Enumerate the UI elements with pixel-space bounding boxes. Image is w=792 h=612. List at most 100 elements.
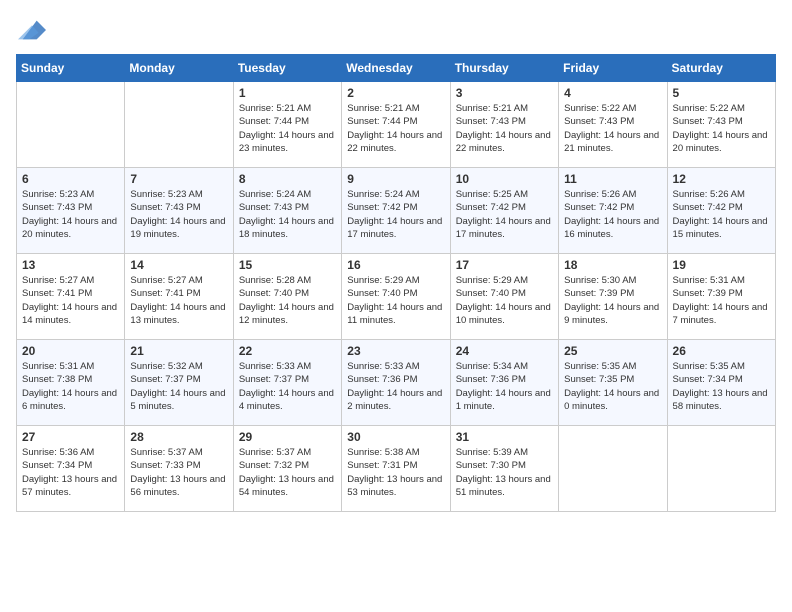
col-sunday: Sunday [17,55,125,82]
cell-info: Sunrise: 5:30 AM Sunset: 7:39 PM Dayligh… [564,274,661,327]
cell-day [667,426,775,512]
day-number: 21 [130,344,227,358]
cell-info: Sunrise: 5:26 AM Sunset: 7:42 PM Dayligh… [564,188,661,241]
cell-info: Sunrise: 5:32 AM Sunset: 7:37 PM Dayligh… [130,360,227,413]
cell-info: Sunrise: 5:29 AM Sunset: 7:40 PM Dayligh… [347,274,444,327]
day-number: 11 [564,172,661,186]
cell-day: 28 Sunrise: 5:37 AM Sunset: 7:33 PM Dayli… [125,426,233,512]
cell-day: 18 Sunrise: 5:30 AM Sunset: 7:39 PM Dayli… [559,254,667,340]
cell-info: Sunrise: 5:36 AM Sunset: 7:34 PM Dayligh… [22,446,119,499]
cell-day: 5Sunrise: 5:22 AM Sunset: 7:43 PM Daylig… [667,82,775,168]
day-number: 25 [564,344,661,358]
day-number: 19 [673,258,770,272]
day-number: 31 [456,430,553,444]
cell-day: 19 Sunrise: 5:31 AM Sunset: 7:39 PM Dayli… [667,254,775,340]
cell-info: Sunrise: 5:33 AM Sunset: 7:37 PM Dayligh… [239,360,336,413]
day-number: 18 [564,258,661,272]
cell-day [125,82,233,168]
cell-day [559,426,667,512]
cell-day: 10 Sunrise: 5:25 AM Sunset: 7:42 PM Dayli… [450,168,558,254]
day-number: 8 [239,172,336,186]
day-number: 9 [347,172,444,186]
cell-info: Sunrise: 5:37 AM Sunset: 7:33 PM Dayligh… [130,446,227,499]
cell-info: Sunrise: 5:31 AM Sunset: 7:39 PM Dayligh… [673,274,770,327]
cell-day: 15 Sunrise: 5:28 AM Sunset: 7:40 PM Dayli… [233,254,341,340]
cell-day: 14 Sunrise: 5:27 AM Sunset: 7:41 PM Dayli… [125,254,233,340]
logo-icon [18,16,46,44]
cell-day: 6 Sunrise: 5:23 AM Sunset: 7:43 PM Daylig… [17,168,125,254]
cell-info: Sunrise: 5:39 AM Sunset: 7:30 PM Dayligh… [456,446,553,499]
cell-day: 2 Sunrise: 5:21 AM Sunset: 7:44 PM Daylig… [342,82,450,168]
day-number: 4 [564,86,661,100]
cell-day [17,82,125,168]
day-number: 26 [673,344,770,358]
cell-info: Sunrise: 5:25 AM Sunset: 7:42 PM Dayligh… [456,188,553,241]
cell-info: Sunrise: 5:22 AM Sunset: 7:43 PM Dayligh… [564,102,661,155]
day-number: 15 [239,258,336,272]
day-number: 24 [456,344,553,358]
day-number: 30 [347,430,444,444]
cell-info: Sunrise: 5:27 AM Sunset: 7:41 PM Dayligh… [22,274,119,327]
cell-day: 13Sunrise: 5:27 AM Sunset: 7:41 PM Dayli… [17,254,125,340]
day-number: 10 [456,172,553,186]
day-number: 17 [456,258,553,272]
cell-info: Sunrise: 5:35 AM Sunset: 7:34 PM Dayligh… [673,360,770,413]
week-row-3: 13Sunrise: 5:27 AM Sunset: 7:41 PM Dayli… [17,254,776,340]
col-monday: Monday [125,55,233,82]
cell-day: 9 Sunrise: 5:24 AM Sunset: 7:42 PM Daylig… [342,168,450,254]
cell-day: 12 Sunrise: 5:26 AM Sunset: 7:42 PM Dayli… [667,168,775,254]
cell-info: Sunrise: 5:35 AM Sunset: 7:35 PM Dayligh… [564,360,661,413]
cell-day: 17 Sunrise: 5:29 AM Sunset: 7:40 PM Dayli… [450,254,558,340]
day-number: 20 [22,344,119,358]
cell-day: 20Sunrise: 5:31 AM Sunset: 7:38 PM Dayli… [17,340,125,426]
cell-info: Sunrise: 5:33 AM Sunset: 7:36 PM Dayligh… [347,360,444,413]
week-row-1: 1 Sunrise: 5:21 AM Sunset: 7:44 PM Daylig… [17,82,776,168]
page-header [16,16,776,44]
day-number: 12 [673,172,770,186]
cell-day: 24 Sunrise: 5:34 AM Sunset: 7:36 PM Dayli… [450,340,558,426]
calendar-table: Sunday Monday Tuesday Wednesday Thursday… [16,54,776,512]
cell-info: Sunrise: 5:34 AM Sunset: 7:36 PM Dayligh… [456,360,553,413]
cell-day: 8 Sunrise: 5:24 AM Sunset: 7:43 PM Daylig… [233,168,341,254]
cell-day: 25 Sunrise: 5:35 AM Sunset: 7:35 PM Dayli… [559,340,667,426]
cell-day: 31 Sunrise: 5:39 AM Sunset: 7:30 PM Dayli… [450,426,558,512]
cell-day: 7Sunrise: 5:23 AM Sunset: 7:43 PM Daylig… [125,168,233,254]
cell-info: Sunrise: 5:29 AM Sunset: 7:40 PM Dayligh… [456,274,553,327]
cell-info: Sunrise: 5:24 AM Sunset: 7:42 PM Dayligh… [347,188,444,241]
cell-info: Sunrise: 5:23 AM Sunset: 7:43 PM Dayligh… [130,188,227,241]
week-row-2: 6 Sunrise: 5:23 AM Sunset: 7:43 PM Daylig… [17,168,776,254]
cell-day: 26 Sunrise: 5:35 AM Sunset: 7:34 PM Dayli… [667,340,775,426]
cell-info: Sunrise: 5:28 AM Sunset: 7:40 PM Dayligh… [239,274,336,327]
cell-day: 21 Sunrise: 5:32 AM Sunset: 7:37 PM Dayli… [125,340,233,426]
col-thursday: Thursday [450,55,558,82]
col-friday: Friday [559,55,667,82]
week-row-5: 27 Sunrise: 5:36 AM Sunset: 7:34 PM Dayli… [17,426,776,512]
day-number: 2 [347,86,444,100]
day-number: 14 [130,258,227,272]
day-number: 28 [130,430,227,444]
day-number: 16 [347,258,444,272]
cell-day: 27 Sunrise: 5:36 AM Sunset: 7:34 PM Dayli… [17,426,125,512]
cell-info: Sunrise: 5:22 AM Sunset: 7:43 PM Dayligh… [673,102,770,155]
cell-info: Sunrise: 5:37 AM Sunset: 7:32 PM Dayligh… [239,446,336,499]
day-number: 1 [239,86,336,100]
cell-info: Sunrise: 5:21 AM Sunset: 7:44 PM Dayligh… [347,102,444,155]
day-number: 22 [239,344,336,358]
col-tuesday: Tuesday [233,55,341,82]
cell-info: Sunrise: 5:26 AM Sunset: 7:42 PM Dayligh… [673,188,770,241]
day-number: 23 [347,344,444,358]
cell-day: 16 Sunrise: 5:29 AM Sunset: 7:40 PM Dayli… [342,254,450,340]
cell-day: 4 Sunrise: 5:22 AM Sunset: 7:43 PM Daylig… [559,82,667,168]
cell-info: Sunrise: 5:38 AM Sunset: 7:31 PM Dayligh… [347,446,444,499]
week-row-4: 20Sunrise: 5:31 AM Sunset: 7:38 PM Dayli… [17,340,776,426]
day-number: 29 [239,430,336,444]
cell-info: Sunrise: 5:24 AM Sunset: 7:43 PM Dayligh… [239,188,336,241]
cell-info: Sunrise: 5:27 AM Sunset: 7:41 PM Dayligh… [130,274,227,327]
cell-day: 11 Sunrise: 5:26 AM Sunset: 7:42 PM Dayli… [559,168,667,254]
col-saturday: Saturday [667,55,775,82]
cell-info: Sunrise: 5:23 AM Sunset: 7:43 PM Dayligh… [22,188,119,241]
cell-day: 29 Sunrise: 5:37 AM Sunset: 7:32 PM Dayli… [233,426,341,512]
day-number: 27 [22,430,119,444]
header-row: Sunday Monday Tuesday Wednesday Thursday… [17,55,776,82]
day-number: 6 [22,172,119,186]
